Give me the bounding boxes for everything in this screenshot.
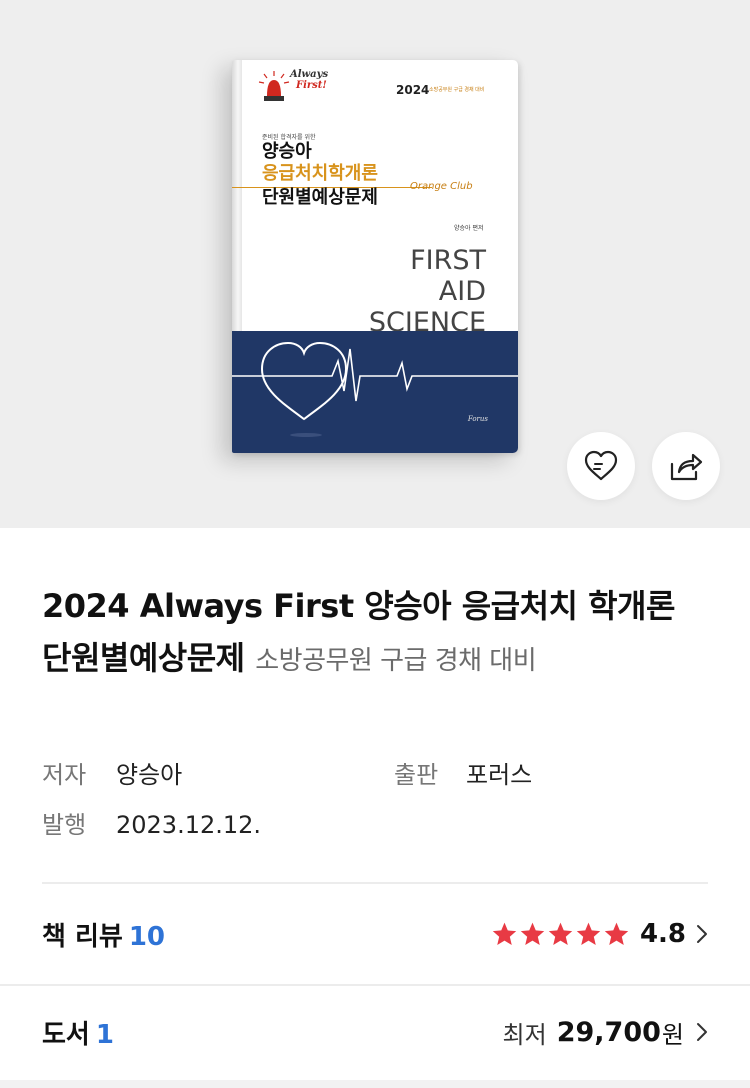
product-title-sub: 소방공무원 구급 경채 대비 [255,646,537,676]
review-summary: 4.8 [490,919,708,949]
divider [0,984,750,986]
chevron-right-icon [697,925,707,943]
review-row[interactable]: 책 리뷰 10 4.8 [42,914,708,954]
star-icon [576,922,601,946]
star-rating [490,921,630,947]
cover-navy-band: Forus [232,331,518,453]
price-summary: 최저 29,700 원 [503,1015,708,1050]
logo-line2: First! [296,80,327,91]
books-count: 1 [95,1019,114,1050]
cover-pre-title: 준비된 합격자를 위한 [262,134,316,141]
meta-publisher: 출판 포러스 [394,760,532,790]
heartbeat-heart-icon [232,341,518,437]
review-rating: 4.8 [639,919,686,949]
books-label: 도서 [42,1019,90,1050]
books-row[interactable]: 도서 1 최저 29,700 원 [42,1012,708,1052]
chevron-right-icon [697,1023,707,1041]
wishlist-button[interactable] [567,432,635,500]
divider [42,882,708,884]
publisher-value[interactable]: 포러스 [466,760,532,790]
cover-year-subtitle: 소방공무원 구급 경채 대비 [429,87,485,93]
cover-year: 2024 [396,83,430,97]
cover-author: 양승아 편저 [454,225,484,232]
heart-icon [584,450,618,481]
meta-author: 저자 양승아 [42,760,182,790]
meta-date: 발행 2023.12.12. [42,810,261,840]
star-icon [548,922,573,946]
cover-english-1: FIRST [410,245,486,276]
currency-unit: 원 [661,1020,684,1049]
lowest-price-label: 최저 [502,1020,547,1049]
section-separator [0,1080,750,1088]
star-icon [604,922,629,946]
review-heading: 책 리뷰 10 [42,916,165,953]
logo-line1: Always [290,69,329,80]
star-icon [492,922,517,946]
star-icon [520,922,545,946]
book-cover[interactable]: Always First! 2024 소방공무원 구급 경채 대비 준비된 합격… [232,60,518,453]
product-title: 2024 Always First 양승아 응급처치 학개론 단원별예상문제 소… [42,580,702,687]
cover-title-line3: 단원별예상문제 [262,187,378,208]
date-value: 2023.12.12. [116,811,262,839]
product-image-area: Always First! 2024 소방공무원 구급 경채 대비 준비된 합격… [0,0,750,528]
cover-series: Orange Club [410,181,473,192]
review-label: 책 리뷰 [42,921,123,952]
cover-publisher-mark: Forus [467,415,488,423]
date-label: 발행 [42,811,87,839]
author-value[interactable]: 양승아 [116,760,182,790]
books-heading: 도서 1 [42,1014,114,1051]
author-label: 저자 [42,761,87,789]
cover-title-line2: 응급처치학개론 [262,163,378,184]
cover-title-line1: 양승아 [262,141,312,162]
cover-english-2: AID [438,276,486,307]
logo-text: Always First! [290,69,330,91]
share-button[interactable] [652,432,720,500]
share-icon [670,453,703,481]
publisher-label: 출판 [394,761,439,789]
review-count: 10 [128,921,165,952]
product-info: 2024 Always First 양승아 응급처치 학개론 단원별예상문제 소… [0,528,750,1088]
lowest-price: 29,700 [556,1016,661,1048]
